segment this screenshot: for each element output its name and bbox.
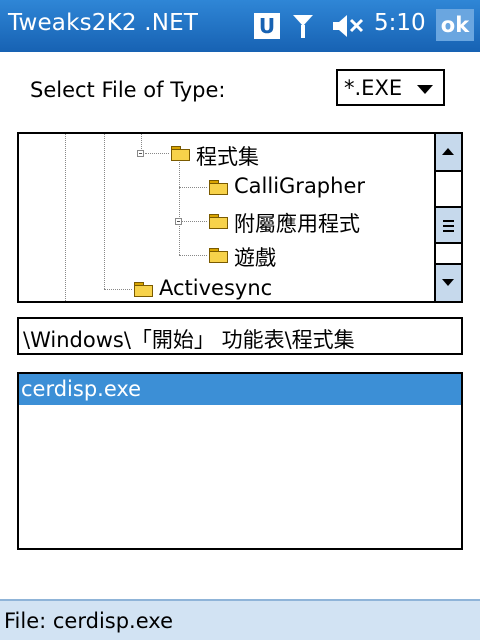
tree-scrollbar[interactable] (434, 134, 461, 301)
folder-icon (209, 214, 228, 229)
tree-connector (145, 153, 169, 154)
u-badge-icon[interactable]: U (254, 13, 280, 39)
tree-item-calligrapher[interactable]: CalliGrapher (234, 174, 365, 198)
tree-item-programs[interactable]: 程式集 (196, 141, 259, 171)
antenna-signal-icon[interactable] (290, 12, 316, 40)
tree-item-activesync[interactable]: Activesync (159, 276, 272, 300)
status-text: File: cerdisp.exe (4, 609, 173, 633)
title-bar: Tweaks2K2 .NET U 5:10 ok (0, 0, 480, 52)
speaker-muted-icon[interactable] (330, 12, 366, 40)
folder-icon (134, 282, 153, 297)
dropdown-arrow-icon (417, 85, 433, 94)
tree-connector (179, 221, 207, 222)
tree-expander-icon[interactable] (175, 218, 182, 225)
ok-button[interactable]: ok (436, 9, 474, 41)
folder-icon (209, 180, 228, 195)
status-bar: File: cerdisp.exe (0, 599, 480, 640)
list-item[interactable]: cerdisp.exe (19, 374, 461, 405)
tree-item-games[interactable]: 遊戲 (234, 242, 276, 272)
file-name: cerdisp.exe (21, 377, 142, 401)
file-type-dropdown[interactable]: *.EXE (336, 69, 445, 106)
app-title: Tweaks2K2 .NET (8, 10, 199, 36)
tree-guide-line (141, 134, 142, 151)
tree-connector (179, 187, 207, 188)
current-path-box: \Windows\「開始」 功能表\程式集 (17, 317, 463, 355)
select-file-type-label: Select File of Type: (30, 78, 226, 102)
tree-connector (179, 255, 207, 256)
tree-guide-line (179, 162, 180, 255)
scroll-thumb[interactable] (436, 206, 461, 244)
tree-expander-icon[interactable] (137, 150, 144, 157)
tree-connector (104, 289, 132, 290)
scroll-down-icon[interactable] (436, 263, 461, 301)
scroll-up-icon[interactable] (436, 134, 461, 172)
folder-open-icon (171, 146, 190, 161)
tree-guide-line (65, 134, 66, 301)
file-type-value: *.EXE (344, 76, 403, 100)
folder-tree[interactable]: 程式集 CalliGrapher 附屬應用程式 遊戲 Activesync (17, 132, 463, 303)
folder-icon (209, 248, 228, 263)
file-list[interactable]: cerdisp.exe (17, 372, 463, 550)
tree-item-accessories[interactable]: 附屬應用程式 (234, 208, 360, 238)
current-path-text: \Windows\「開始」 功能表\程式集 (23, 328, 355, 352)
clock[interactable]: 5:10 (374, 10, 426, 36)
tree-guide-line (104, 134, 105, 289)
